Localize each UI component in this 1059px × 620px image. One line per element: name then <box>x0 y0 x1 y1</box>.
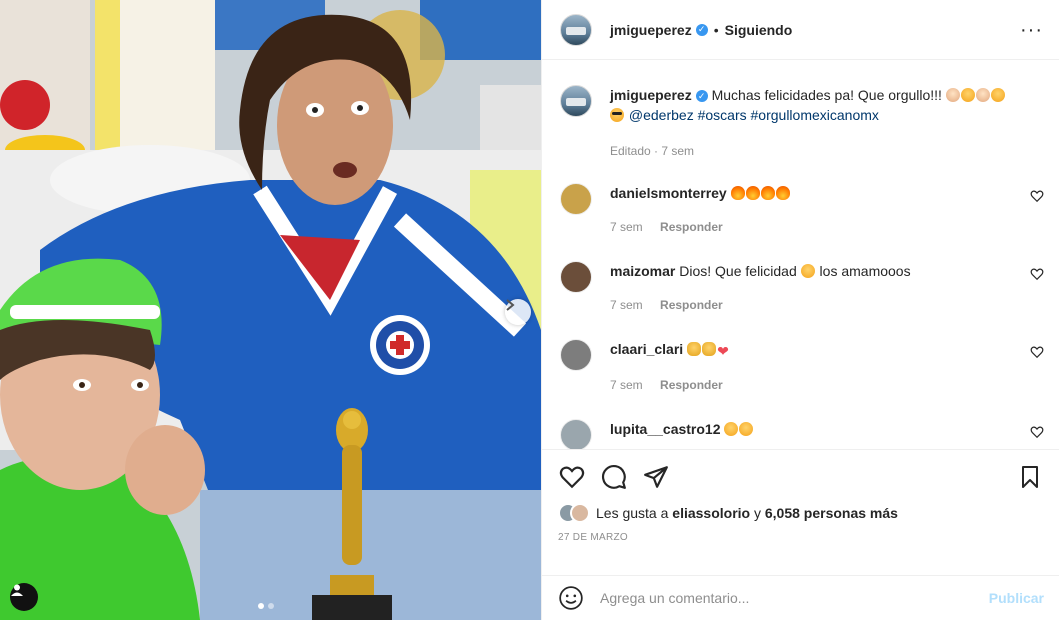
commenter-avatar[interactable] <box>560 183 592 215</box>
post-panel: jmigueperez ✓ • Siguiendo ··· jmiguepere… <box>541 0 1059 620</box>
verified-badge-icon: ✓ <box>695 90 708 102</box>
comment-meta: 7 sem Responder <box>610 295 1044 315</box>
share-button[interactable] <box>642 463 670 491</box>
post-actions: Les gusta a eliassolorio y 6,058 persona… <box>542 449 1059 543</box>
commenter-avatar[interactable] <box>560 339 592 371</box>
emoji-sunglasses-icon <box>610 108 624 122</box>
post-date[interactable]: 27 DE MARZO <box>558 532 1044 543</box>
reply-button[interactable]: Responder <box>660 220 723 234</box>
carousel-dot <box>268 603 274 609</box>
comment-username[interactable]: danielsmonterrey <box>610 185 727 201</box>
carousel-dot-active <box>258 603 264 609</box>
emoji-fire-icon <box>745 186 760 200</box>
caption-mention-link[interactable]: @ederbez <box>629 107 694 123</box>
author-username[interactable]: jmigueperez <box>610 22 692 38</box>
heart-icon <box>559 466 585 489</box>
comment-username[interactable]: maizomar <box>610 263 675 279</box>
likes-text: Les gusta a eliassolorio y 6,058 persona… <box>596 505 898 521</box>
comment-body: maizomar Dios! Que felicidad los amamooo… <box>610 261 1044 315</box>
carousel-dots <box>258 603 274 609</box>
user-tag-icon <box>11 584 23 596</box>
comment-body: lupita__castro12 <box>610 419 1044 449</box>
emoji-fire-icon <box>760 186 775 200</box>
likes-middle: y <box>753 505 761 521</box>
comment-item: lupita__castro12 <box>560 419 1044 449</box>
comment-meta: 7 sem Responder <box>610 375 1044 395</box>
emoji-star-eyes-icon <box>960 88 975 102</box>
comment-time: 7 sem <box>610 220 643 234</box>
comments-section[interactable]: jmigueperez ✓ Muchas felicidades pa! Que … <box>542 61 1059 449</box>
comment-input[interactable] <box>600 590 989 606</box>
comment-text-after: los amamooos <box>819 263 911 279</box>
comment-item: claari_clari ❤ 7 sem Responder <box>560 339 1044 395</box>
likes-count-link[interactable]: 6,058 personas más <box>765 505 898 521</box>
comment-body: danielsmonterrey 7 sem Responder <box>610 183 1044 237</box>
comment-username[interactable]: claari_clari <box>610 341 683 357</box>
likes-user-link[interactable]: eliassolorio <box>672 505 750 521</box>
action-icons <box>558 450 1044 504</box>
emoji-hug-icon <box>945 88 960 102</box>
emoji-star-eyes-icon <box>800 264 815 278</box>
post-image[interactable] <box>0 0 541 620</box>
emoji-clap-icon <box>702 342 717 356</box>
post-header: jmigueperez ✓ • Siguiendo ··· <box>542 0 1059 60</box>
comment-time: 7 sem <box>610 298 643 312</box>
emoji-hug-icon <box>975 88 990 102</box>
author-avatar[interactable] <box>560 13 592 46</box>
add-comment-bar: Publicar <box>542 575 1059 620</box>
like-comment-heart-icon[interactable] <box>1030 345 1044 359</box>
emoji-star-eyes-icon <box>990 88 1005 102</box>
emoji-fire-icon <box>730 186 745 200</box>
comment-text: Dios! Que felicidad <box>679 263 797 279</box>
emoji-clap-icon <box>687 342 702 356</box>
emoji-star-eyes-icon <box>724 422 739 436</box>
tagged-users-button[interactable] <box>10 583 38 611</box>
hashtag-link[interactable]: #oscars <box>698 107 747 123</box>
chevron-right-icon <box>506 299 515 311</box>
comment-bubble-icon <box>602 465 626 489</box>
caption-body: jmigueperez ✓ Muchas felicidades pa! Que … <box>610 85 1006 161</box>
bookmark-icon <box>1022 466 1038 488</box>
emoji-star-eyes-icon <box>739 422 754 436</box>
caption-username[interactable]: jmigueperez <box>610 87 692 103</box>
author-info: jmigueperez ✓ • Siguiendo <box>610 22 792 38</box>
like-comment-heart-icon[interactable] <box>1030 267 1044 281</box>
verified-badge-icon: ✓ <box>695 23 708 36</box>
emoji-heart-icon: ❤ <box>717 343 729 359</box>
caption-text: Muchas felicidades pa! Que orgullo!!! <box>711 87 942 103</box>
liker-avatar <box>570 503 590 523</box>
emoji-fire-icon <box>775 186 790 200</box>
reply-button[interactable]: Responder <box>660 298 723 312</box>
comment-username[interactable]: lupita__castro12 <box>610 421 721 437</box>
comment-item: danielsmonterrey 7 sem Responder <box>560 183 1044 237</box>
post-photo-illustration <box>0 0 541 620</box>
comment-item: maizomar Dios! Que felicidad los amamooo… <box>560 261 1044 315</box>
comment-button[interactable] <box>600 463 628 491</box>
paper-plane-icon <box>644 466 668 488</box>
emoji-picker-icon[interactable] <box>558 585 584 611</box>
comment-meta: 7 sem Responder <box>610 217 1044 237</box>
commenter-avatar[interactable] <box>560 419 592 449</box>
following-button[interactable]: Siguiendo <box>725 22 793 38</box>
caption-author-avatar[interactable] <box>560 85 592 117</box>
comment-time: 7 sem <box>610 378 643 392</box>
reply-button[interactable]: Responder <box>660 378 723 392</box>
save-button[interactable] <box>1016 463 1044 491</box>
like-comment-heart-icon[interactable] <box>1030 189 1044 203</box>
like-comment-heart-icon[interactable] <box>1030 425 1044 439</box>
comment-body: claari_clari ❤ 7 sem Responder <box>610 339 1044 395</box>
post-caption: jmigueperez ✓ Muchas felicidades pa! Que … <box>560 61 1044 161</box>
publish-button[interactable]: Publicar <box>989 590 1044 606</box>
commenter-avatar[interactable] <box>560 261 592 293</box>
hashtag-link[interactable]: #orgullomexicanomx <box>751 107 879 123</box>
likes-prefix: Les gusta a <box>596 505 669 521</box>
likes-summary: Les gusta a eliassolorio y 6,058 persona… <box>558 502 1044 524</box>
like-button[interactable] <box>558 463 586 491</box>
caption-meta: Editado · 7 sem <box>610 144 695 158</box>
header-separator: • <box>713 21 719 38</box>
next-photo-button[interactable] <box>505 299 531 325</box>
more-options-icon[interactable]: ··· <box>1020 20 1043 40</box>
